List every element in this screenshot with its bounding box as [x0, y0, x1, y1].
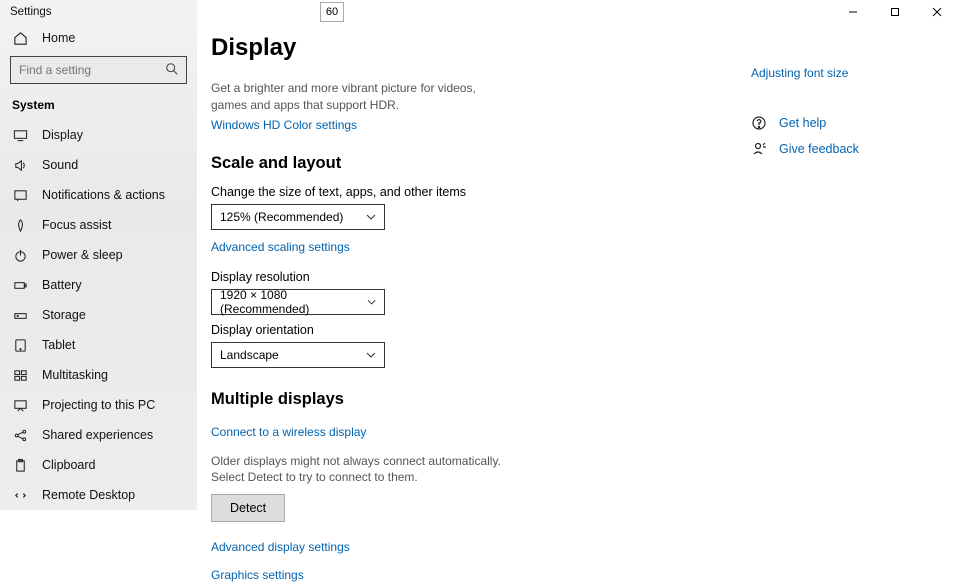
- power-icon: [12, 247, 28, 263]
- feedback-icon: [751, 141, 767, 157]
- sidebar-item-label: Tablet: [42, 338, 75, 352]
- sidebar-section-label: System: [0, 94, 197, 120]
- detect-description: Older displays might not always connect …: [211, 453, 511, 487]
- orientation-select[interactable]: Landscape: [211, 342, 385, 368]
- sidebar-item-label: Focus assist: [42, 218, 111, 232]
- resolution-value: 1920 × 1080 (Recommended): [220, 288, 367, 316]
- close-button[interactable]: [916, 0, 958, 24]
- projecting-icon: [12, 397, 28, 413]
- sidebar: Home System Display Sound Notifications …: [0, 0, 197, 510]
- shared-experiences-icon: [12, 427, 28, 443]
- sidebar-item-storage[interactable]: Storage: [0, 300, 197, 330]
- sidebar-item-label: Storage: [42, 308, 86, 322]
- get-help-link[interactable]: Get help: [751, 110, 906, 136]
- search-icon: [165, 62, 179, 76]
- resolution-select[interactable]: 1920 × 1080 (Recommended): [211, 289, 385, 315]
- tablet-icon: [12, 337, 28, 353]
- sidebar-item-battery[interactable]: Battery: [0, 270, 197, 300]
- storage-icon: [12, 307, 28, 323]
- sidebar-item-shared-experiences[interactable]: Shared experiences: [0, 420, 197, 450]
- sidebar-item-label: Notifications & actions: [42, 188, 165, 202]
- hdr-description: Get a brighter and more vibrant picture …: [211, 80, 511, 114]
- sidebar-item-power-sleep[interactable]: Power & sleep: [0, 240, 197, 270]
- display-icon: [12, 127, 28, 143]
- orientation-value: Landscape: [220, 348, 279, 362]
- focus-assist-icon: [12, 217, 28, 233]
- maximize-button[interactable]: [874, 0, 916, 24]
- sidebar-item-sound[interactable]: Sound: [0, 150, 197, 180]
- multitasking-icon: [12, 367, 28, 383]
- sidebar-item-label: Multitasking: [42, 368, 108, 382]
- advanced-scaling-link[interactable]: Advanced scaling settings: [211, 240, 350, 254]
- graphics-settings-link[interactable]: Graphics settings: [211, 568, 304, 582]
- sidebar-item-label: Display: [42, 128, 83, 142]
- sidebar-item-label: Battery: [42, 278, 82, 292]
- sidebar-item-tablet[interactable]: Tablet: [0, 330, 197, 360]
- give-feedback-label: Give feedback: [779, 142, 859, 156]
- sidebar-item-label: Shared experiences: [42, 428, 153, 442]
- wireless-display-link[interactable]: Connect to a wireless display: [211, 425, 366, 439]
- sidebar-item-display[interactable]: Display: [0, 120, 197, 150]
- page-title: Display: [211, 34, 751, 62]
- orientation-label: Display orientation: [211, 323, 751, 337]
- sidebar-item-notifications[interactable]: Notifications & actions: [0, 180, 197, 210]
- battery-icon: [12, 277, 28, 293]
- get-help-label: Get help: [779, 116, 826, 130]
- sidebar-item-projecting[interactable]: Projecting to this PC: [0, 390, 197, 420]
- scale-select[interactable]: 125% (Recommended): [211, 204, 385, 230]
- sidebar-item-label: Clipboard: [42, 458, 96, 472]
- chevron-down-icon: [367, 297, 376, 307]
- sidebar-item-focus-assist[interactable]: Focus assist: [0, 210, 197, 240]
- resolution-label: Display resolution: [211, 270, 751, 284]
- sound-icon: [12, 157, 28, 173]
- home-link[interactable]: Home: [0, 30, 197, 46]
- scale-layout-heading: Scale and layout: [211, 154, 751, 173]
- sidebar-item-label: Sound: [42, 158, 78, 172]
- chevron-down-icon: [366, 350, 376, 360]
- sidebar-item-remote-desktop[interactable]: Remote Desktop: [0, 480, 197, 510]
- sidebar-item-multitasking[interactable]: Multitasking: [0, 360, 197, 390]
- search-input[interactable]: [10, 56, 187, 84]
- give-feedback-link[interactable]: Give feedback: [751, 136, 906, 162]
- remote-desktop-icon: [12, 487, 28, 503]
- notifications-icon: [12, 187, 28, 203]
- home-label: Home: [42, 31, 75, 45]
- multiple-displays-heading: Multiple displays: [211, 390, 751, 409]
- sidebar-item-clipboard[interactable]: Clipboard: [0, 450, 197, 480]
- hdr-settings-link[interactable]: Windows HD Color settings: [211, 118, 357, 132]
- sidebar-item-label: Remote Desktop: [42, 488, 135, 502]
- sidebar-item-label: Power & sleep: [42, 248, 123, 262]
- home-icon: [12, 30, 28, 46]
- advanced-display-link[interactable]: Advanced display settings: [211, 540, 350, 554]
- minimize-button[interactable]: [832, 0, 874, 24]
- detect-button[interactable]: Detect: [211, 494, 285, 522]
- window-title: Settings: [0, 0, 62, 24]
- help-icon: [751, 115, 767, 131]
- clipboard-icon: [12, 457, 28, 473]
- scale-label: Change the size of text, apps, and other…: [211, 185, 751, 199]
- adjusting-font-size-link[interactable]: Adjusting font size: [751, 66, 906, 80]
- sidebar-item-label: Projecting to this PC: [42, 398, 155, 412]
- chevron-down-icon: [366, 212, 376, 222]
- scale-value: 125% (Recommended): [220, 210, 343, 224]
